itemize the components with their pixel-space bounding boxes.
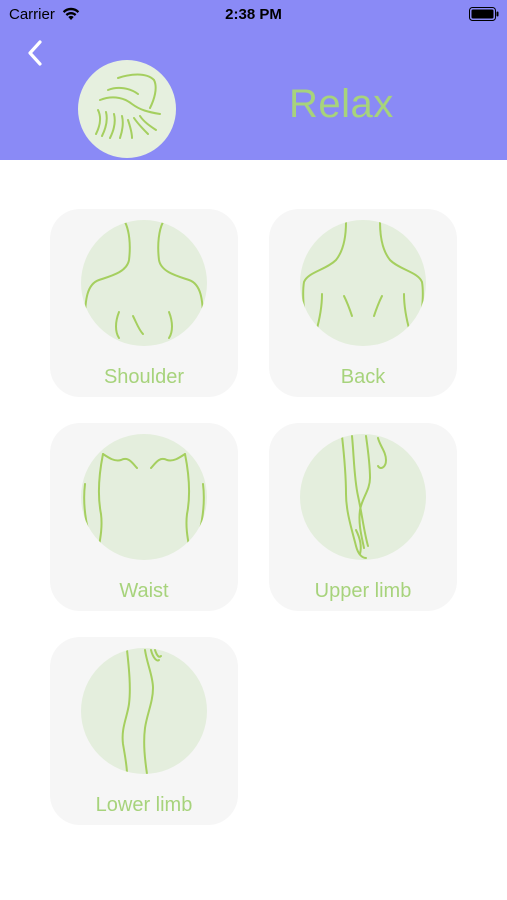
chevron-left-icon [28, 40, 42, 66]
shoulder-icon [81, 220, 207, 346]
card-upper-limb[interactable]: Upper limb [269, 423, 457, 611]
card-waist[interactable]: Waist [50, 423, 238, 611]
card-label: Waist [119, 580, 169, 602]
card-label: Upper limb [314, 580, 412, 602]
card-label: Shoulder [103, 366, 185, 388]
card-label: Back [340, 366, 386, 388]
lower-limb-icon [81, 648, 207, 774]
card-back[interactable]: Back [269, 209, 457, 397]
waist-icon [81, 434, 207, 560]
card-lower-limb[interactable]: Lower limb [50, 637, 238, 825]
status-bar: Carrier 2:38 PM [0, 0, 507, 30]
page-title: Relax [289, 82, 394, 126]
status-time: 2:38 PM [225, 6, 282, 23]
header-bar: Carrier 2:38 PM Relax [0, 0, 507, 160]
card-label: Lower limb [95, 794, 193, 816]
back-icon [300, 220, 426, 346]
upper-limb-icon [300, 434, 426, 560]
card-shoulder[interactable]: Shoulder [50, 209, 238, 397]
back-button[interactable] [22, 36, 52, 70]
hands-massage-icon [78, 60, 176, 158]
battery-icon [469, 7, 499, 25]
